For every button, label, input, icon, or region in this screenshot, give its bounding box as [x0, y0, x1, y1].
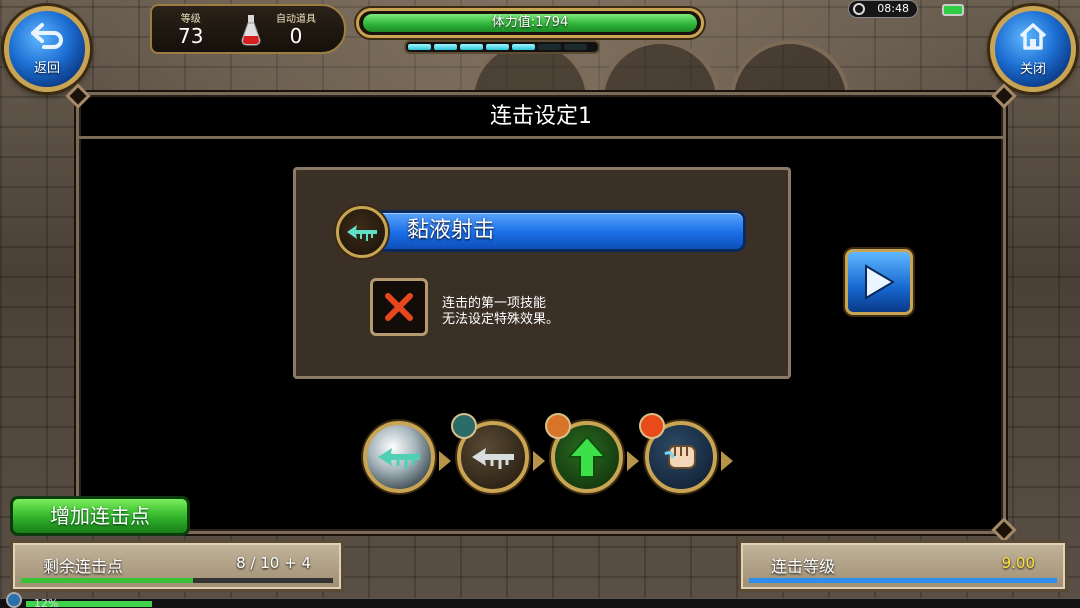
- combo-level-bar-fill: [749, 578, 1057, 583]
- back-arrow-icon: [30, 22, 64, 55]
- remaining-combo-bar: [21, 578, 333, 583]
- combo-arrow: [533, 451, 545, 471]
- remaining-combo-label: 剩余连击点: [43, 557, 124, 576]
- background-arch: [600, 40, 720, 100]
- back-button[interactable]: 返回: [4, 6, 90, 92]
- remaining-combo-plate: 剩余连击点 8 / 10 + 4: [10, 540, 344, 592]
- player-stats-plate: 等级 73 自动道具 0: [150, 4, 346, 54]
- energy-segment: [460, 44, 483, 50]
- special-effect-slot[interactable]: [370, 278, 428, 336]
- energy-segment: [434, 44, 457, 50]
- note-line-1: 连击的第一项技能: [442, 296, 547, 311]
- status-clock: 08:48: [848, 0, 918, 18]
- fist-badge-icon: [545, 413, 571, 439]
- battery-icon: [942, 4, 964, 16]
- experience-text: 12%: [34, 597, 59, 608]
- auto-item-label: 自动道具: [276, 14, 316, 25]
- clock-text: 08:48: [877, 2, 909, 15]
- close-label: 关闭: [1019, 61, 1046, 77]
- energy-bar: [404, 40, 600, 54]
- combo-level-bar: [749, 578, 1057, 583]
- fist-icon: [664, 445, 696, 469]
- alarm-icon: [853, 3, 865, 15]
- x-icon: [385, 293, 413, 321]
- dialog-title: 连击设定1: [79, 95, 1003, 139]
- skill-name: 黏液射击: [407, 218, 496, 243]
- remaining-combo-bar-fill: [21, 578, 193, 583]
- combo-level-plate: 连击等级 9.00: [738, 540, 1068, 592]
- next-button[interactable]: [845, 249, 913, 315]
- lock-badge-icon: [451, 413, 477, 439]
- skill-info-panel: 黏液射击 连击的第一项技能 无法设定特殊效果。: [293, 167, 791, 379]
- background-arch: [730, 40, 850, 100]
- home-icon: [1018, 22, 1048, 56]
- auto-item-stat: 自动道具 0: [276, 10, 316, 47]
- slime-shot-icon: [378, 448, 420, 469]
- energy-segment: [486, 44, 509, 50]
- slime-shot-skill-icon: [336, 206, 388, 258]
- combo-level-label: 连击等级: [771, 557, 836, 576]
- add-combo-point-button[interactable]: 增加连击点: [10, 496, 190, 536]
- remaining-combo-value: 8 / 10 + 4: [236, 554, 311, 572]
- combo-settings-dialog: 连击设定1 黏液射击 连击的第一项技能 无法设定特殊效果。: [65, 83, 1017, 543]
- combo-arrow: [721, 451, 733, 471]
- energy-segment: [564, 44, 587, 50]
- play-arrow-icon: [865, 264, 895, 300]
- level-stat: 等级 73: [178, 10, 203, 47]
- energy-segment: [512, 44, 535, 50]
- hp-bar: 体力值:1794: [356, 8, 704, 38]
- hp-text: 体力值:1794: [491, 15, 569, 30]
- energy-segment: [538, 44, 561, 50]
- combo-level-value: 9.00: [1001, 554, 1035, 572]
- energy-segment: [408, 44, 431, 50]
- combo-arrow: [439, 451, 451, 471]
- selected-skill-bar[interactable]: 黏液射击: [354, 210, 746, 252]
- combo-slot-1[interactable]: [363, 421, 435, 493]
- back-label: 返回: [33, 60, 60, 76]
- combo-arrow: [627, 451, 639, 471]
- auto-item-value: 0: [289, 24, 303, 48]
- note-line-2: 无法设定特殊效果。: [442, 312, 560, 327]
- shot-icon: [472, 448, 514, 469]
- burst-badge-icon: [639, 413, 665, 439]
- combo-note: 连击的第一项技能 无法设定特殊效果。: [442, 296, 559, 328]
- level-label: 等级: [180, 14, 201, 25]
- close-button[interactable]: 关闭: [990, 6, 1076, 92]
- green-arrow-up-icon: [567, 435, 607, 478]
- experience-strip: 12%: [0, 592, 1080, 608]
- level-value: 73: [178, 24, 204, 48]
- experience-orb-icon: [6, 592, 22, 608]
- potion-icon: [241, 15, 261, 46]
